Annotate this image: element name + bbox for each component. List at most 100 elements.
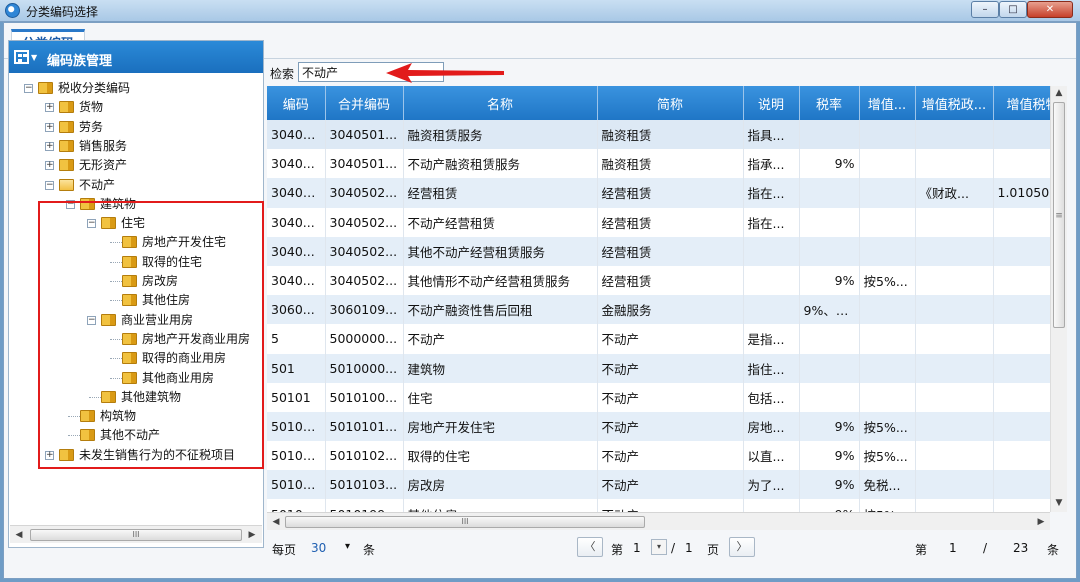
table-row[interactable]: 5010103 5010103... 房改房 不动产 为了... 9% 免税... [267, 470, 1050, 500]
table-row[interactable]: 50101995010199...其他住房不动产 9%按5%... [267, 499, 1050, 512]
folder-icon [122, 371, 137, 384]
table-cell: 指住... [743, 353, 800, 383]
expand-icon[interactable]: + [45, 450, 54, 460]
tree-node[interactable]: + 销售服务 [10, 137, 262, 156]
collapse-icon[interactable]: − [66, 199, 75, 209]
tree-node[interactable]: 房改房 [10, 272, 262, 291]
table-cell: 50101 [267, 382, 326, 412]
tree-node[interactable]: + 未发生销售行为的不征税项目 [10, 446, 262, 465]
column-header[interactable]: 增值税特 [993, 86, 1050, 120]
expand-icon[interactable]: + [45, 141, 54, 151]
column-header[interactable]: 编码 [267, 86, 326, 120]
column-header[interactable]: 增值税政... [915, 86, 994, 120]
table-scroll-thumb[interactable]: III [285, 516, 645, 528]
tree-node[interactable]: − 住宅 [10, 214, 262, 233]
table-row[interactable]: 5 5000000... 不动产 不动产 是指... [267, 324, 1050, 354]
table-cell: 不动产 [597, 441, 744, 471]
tree-node[interactable]: − 税收分类编码 [10, 79, 262, 98]
table-cell: 经营租赁 [597, 178, 744, 208]
tree-node[interactable]: 其他住房 [10, 291, 262, 310]
tree-node[interactable]: + 货物 [10, 98, 262, 117]
table-cell [993, 499, 1050, 512]
tree-node[interactable]: 其他建筑物 [10, 388, 262, 407]
prev-page-button[interactable]: 〈 [577, 537, 603, 557]
column-header[interactable]: 合并编码 [325, 86, 404, 120]
table-row[interactable]: 5010102 5010102... 取得的住宅 不动产 以直... 9% 按5%... [267, 441, 1050, 471]
table-cell [993, 324, 1050, 354]
table-row[interactable]: 3040... 3040502... 不动产经营租赁 经营租赁 指在... [267, 207, 1050, 237]
table-scroll-left-arrow-icon[interactable]: ◀ [268, 515, 284, 529]
column-header[interactable]: 名称 [403, 86, 598, 120]
tree-node-label: 劳务 [79, 119, 104, 134]
table-horizontal-scrollbar[interactable]: ◀ III ▶ [267, 512, 1050, 530]
table-row[interactable]: 50101 5010100... 住宅 不动产 包括... [267, 382, 1050, 412]
table-cell: 不动产 [597, 411, 744, 442]
tree-node[interactable]: 取得的商业用房 [10, 349, 262, 368]
tree-node[interactable]: + 劳务 [10, 118, 262, 137]
page-total: 1 [685, 541, 693, 555]
left-horizontal-scrollbar[interactable]: ◀ III ▶ [10, 525, 262, 543]
collapse-icon[interactable]: − [87, 315, 96, 325]
close-button[interactable]: ✕ [1027, 1, 1073, 18]
column-header[interactable]: 增值... [859, 86, 916, 120]
tree-node[interactable]: − 不动产 [10, 176, 262, 195]
tree-node[interactable]: 取得的住宅 [10, 253, 262, 272]
table-cell [743, 265, 800, 296]
expand-icon[interactable]: + [45, 103, 54, 113]
table-row[interactable]: 5010101 5010101... 房地产开发住宅 不动产 房地... 9% 按5%... [267, 411, 1050, 442]
table-row[interactable]: 3040... 3040502... 其他情形不动产经营租赁服务 经营租赁 9% 按5%.… [267, 265, 1050, 296]
folder-icon [80, 410, 95, 423]
minimize-button[interactable]: – [971, 1, 999, 18]
table-cell [915, 353, 994, 383]
next-page-button[interactable]: 〉 [729, 537, 755, 557]
column-header[interactable]: 简称 [597, 86, 744, 120]
vertical-scroll-thumb[interactable]: ≡ [1053, 102, 1065, 328]
tree-node[interactable]: 房地产开发住宅 [10, 233, 262, 252]
table-cell [799, 353, 860, 383]
table-row[interactable]: 3060... 3060109... 不动产融资性售后回租 金融服务 9%、6% [267, 295, 1050, 325]
table-scroll-right-arrow-icon[interactable]: ▶ [1033, 515, 1049, 529]
table-cell [799, 120, 860, 150]
table-cell [859, 295, 916, 325]
table-cell: 不动产经营租赁 [403, 207, 598, 237]
per-page-dropdown-icon[interactable]: ▾ [345, 541, 350, 552]
tree-connector [68, 435, 80, 437]
table-row[interactable]: 3040502 3040502... 经营租赁 经营租赁 指在... 《财政... 1.01… [267, 178, 1050, 208]
maximize-button[interactable]: □ [999, 1, 1027, 18]
expand-icon[interactable]: + [45, 161, 54, 171]
record-prefix: 第 [915, 543, 928, 557]
table-vertical-scrollbar[interactable]: ▲ ≡ ▼ [1050, 86, 1067, 512]
table-row[interactable]: 3040501 3040501... 融资租赁服务 融资租赁 指具... [267, 120, 1050, 150]
collapse-icon[interactable]: − [45, 180, 54, 190]
table-row[interactable]: 3040... 3040501... 不动产融资租赁服务 融资租赁 指承... 9% [267, 149, 1050, 179]
folder-icon [59, 120, 74, 133]
grid-menu-icon[interactable] [14, 50, 29, 64]
tree-node[interactable]: + 无形资产 [10, 156, 262, 175]
table-row[interactable]: 501 5010000... 建筑物 不动产 指住... [267, 353, 1050, 383]
tree-node[interactable]: 其他商业用房 [10, 369, 262, 388]
per-page-value[interactable]: 30 [311, 541, 326, 555]
search-label: 检索 [270, 67, 295, 81]
scroll-up-arrow-icon[interactable]: ▲ [1051, 86, 1067, 100]
table-cell: 以直... [743, 441, 800, 471]
scroll-down-arrow-icon[interactable]: ▼ [1051, 496, 1067, 510]
column-header[interactable]: 税率 [799, 86, 860, 120]
table-cell: 其他住房 [403, 499, 598, 512]
scroll-thumb[interactable]: III [30, 529, 242, 541]
tree-node[interactable]: 其他不动产 [10, 426, 262, 445]
tree-node[interactable]: 构筑物 [10, 407, 262, 426]
table-row[interactable]: 3040... 3040502... 其他不动产经营租赁服务 经营租赁 [267, 236, 1050, 266]
column-header[interactable]: 说明 [743, 86, 800, 120]
tree-connector [110, 242, 122, 244]
collapse-icon[interactable]: − [24, 84, 33, 93]
caret-down-icon[interactable]: ▼ [31, 53, 37, 62]
page-dropdown-icon[interactable]: ▾ [651, 539, 667, 555]
expand-icon[interactable]: + [45, 122, 54, 132]
record-separator: / [983, 541, 988, 555]
scroll-right-arrow-icon[interactable]: ▶ [244, 528, 260, 542]
tree-node[interactable]: − 商业营业用房 [10, 311, 262, 330]
tree-node[interactable]: − 建筑物 [10, 195, 262, 214]
collapse-icon[interactable]: − [87, 219, 96, 229]
tree-node[interactable]: 房地产开发商业用房 [10, 330, 262, 349]
scroll-left-arrow-icon[interactable]: ◀ [11, 528, 27, 542]
